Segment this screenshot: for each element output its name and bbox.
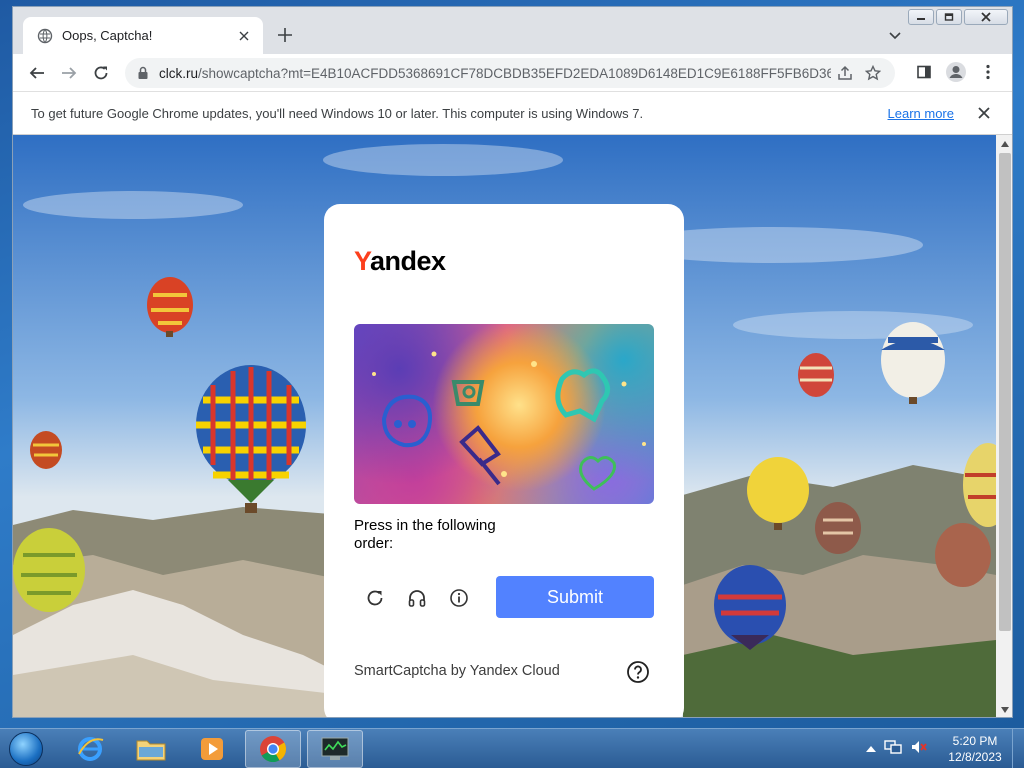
balloon-right-brown [815,502,861,554]
volume-muted-icon[interactable] [910,739,928,760]
submit-button[interactable]: Submit [496,576,654,618]
address-bar[interactable]: clck.ru/showcaptcha?mt=E4B10ACFDD5368691… [125,58,895,88]
browser-window: Oops, Captcha! clck.ru/showcaptcha?mt=E4… [12,6,1013,718]
captcha-card: Yandex Press in the following order: Sub… [324,204,684,717]
task-manager-icon[interactable] [307,730,363,768]
update-infobar: To get future Google Chrome updates, you… [13,91,1012,135]
url-path: /showcaptcha?mt=E4B10ACFDD5368691CF78DCB… [198,65,831,81]
captcha-image[interactable] [354,324,654,504]
yandex-logo-y: Y [354,246,371,276]
share-icon[interactable] [831,59,859,87]
file-explorer-icon[interactable] [123,730,179,768]
internet-explorer-icon[interactable] [62,730,118,768]
show-desktop-button[interactable] [1012,729,1024,768]
scroll-down-icon[interactable] [1000,705,1010,715]
globe-icon [37,28,53,44]
url-host: clck.ru [159,65,199,81]
tab-oops-captcha[interactable]: Oops, Captcha! [23,17,263,54]
back-arrow-icon[interactable] [21,57,53,89]
system-tray [866,729,928,768]
tab-title: Oops, Captcha! [62,28,153,43]
tab-search-chevron-icon[interactable] [885,27,905,45]
url-text[interactable]: clck.ru/showcaptcha?mt=E4B10ACFDD5368691… [159,66,831,81]
kebab-menu-icon[interactable] [972,56,1004,88]
clock-date: 12/8/2023 [948,750,1002,764]
taskbar-clock[interactable]: 5:20 PM 12/8/2023 [940,733,1010,765]
balloon-right-red [798,353,834,397]
page-scrollbar[interactable] [996,135,1012,717]
captcha-instruction: Press in the following order: [354,517,496,552]
clock-time: 5:20 PM [952,734,998,748]
smartcaptcha-footer: SmartCaptcha by Yandex Cloud [354,663,560,679]
scrollbar-thumb[interactable] [999,153,1011,631]
captcha-flag-icon[interactable] [459,425,501,486]
tab-close-icon[interactable] [235,27,253,45]
lock-icon[interactable] [135,65,151,81]
profile-avatar-icon[interactable] [940,56,972,88]
browser-toolbar: clck.ru/showcaptcha?mt=E4B10ACFDD5368691… [13,54,1012,91]
page-viewport: Yandex Press in the following order: Sub… [13,135,996,717]
window-controls [908,9,1008,25]
infobar-message: To get future Google Chrome updates, you… [31,105,644,121]
captcha-robot-icon[interactable] [381,394,432,448]
taskbar: 5:20 PM 12/8/2023 [0,728,1024,768]
infobar-close-icon[interactable] [974,103,994,123]
tab-strip: Oops, Captcha! [13,7,1012,54]
captcha-cup-icon[interactable] [451,380,485,406]
minimize-icon[interactable] [908,9,934,25]
balloon-right-far [935,523,991,587]
forward-arrow-icon[interactable] [53,57,85,89]
restore-icon[interactable] [936,9,962,25]
new-tab-plus-icon[interactable] [275,25,295,45]
side-panel-icon[interactable] [908,56,940,88]
captcha-heart-icon[interactable] [579,456,617,491]
network-icon[interactable] [884,739,902,760]
show-hidden-icons-icon[interactable] [866,740,876,758]
scroll-up-icon[interactable] [1000,139,1010,149]
help-question-icon[interactable] [626,660,650,684]
window-close-icon[interactable] [964,9,1008,25]
balloon-left-yellow [13,528,85,612]
yandex-logo-rest: andex [370,246,446,276]
media-player-icon[interactable] [184,730,240,768]
yandex-logo: Yandex [354,246,446,277]
learn-more-link[interactable]: Learn more [888,106,954,121]
bookmark-star-icon[interactable] [859,59,887,87]
start-button[interactable] [4,730,48,768]
toolbar-right [908,56,1004,88]
windows-logo-icon [9,732,43,766]
refresh-icon[interactable] [361,584,389,612]
reload-icon[interactable] [85,57,117,89]
info-icon[interactable] [445,584,473,612]
captcha-bear-icon[interactable] [555,368,610,423]
audio-headphones-icon[interactable] [403,584,431,612]
chrome-icon[interactable] [245,730,301,768]
balloon-left-tiny [30,431,62,469]
